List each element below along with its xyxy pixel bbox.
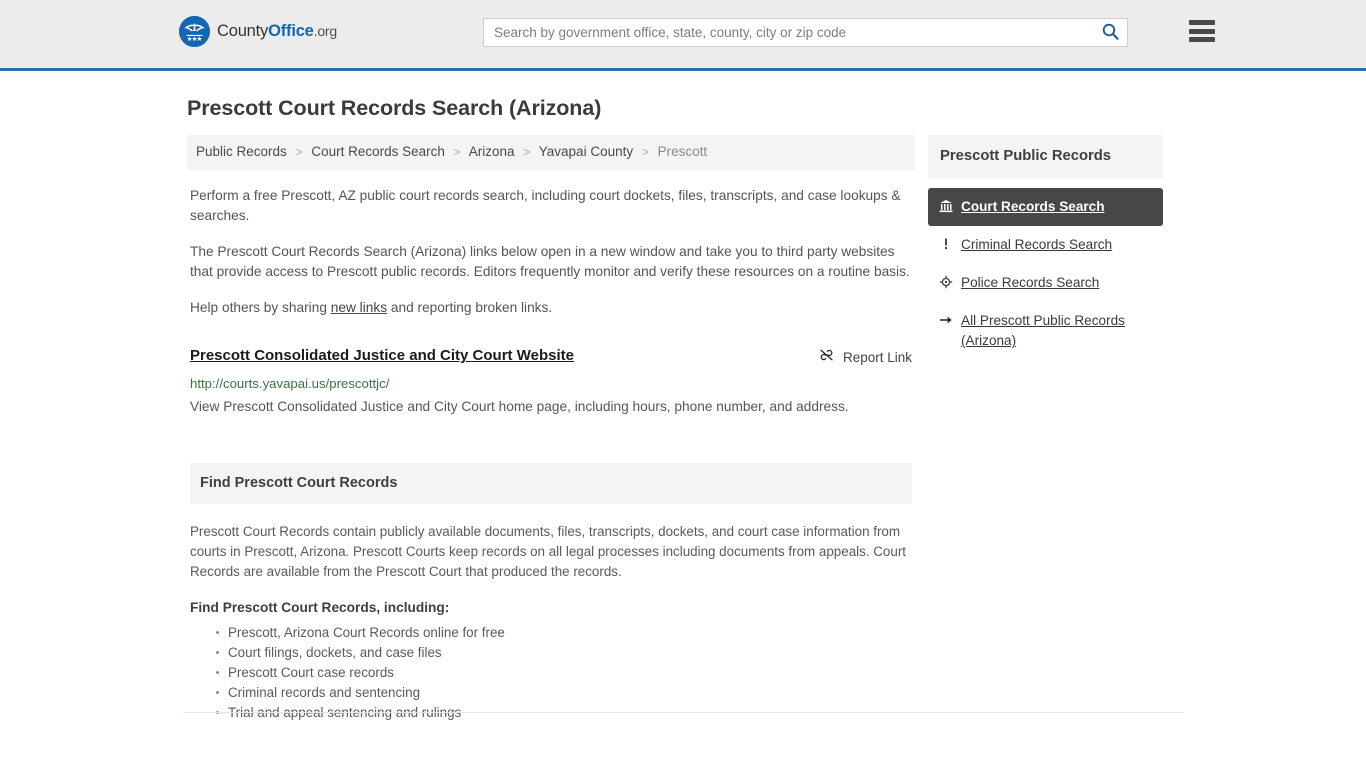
page-title: Prescott Court Records Search (Arizona) [187, 96, 602, 120]
courthouse-icon [938, 197, 953, 217]
breadcrumb-item-public-records[interactable]: Public Records [196, 144, 287, 159]
list-item: Trial and appeal sentencing and rulings [216, 703, 915, 723]
breadcrumb-item-prescott: Prescott [657, 144, 708, 159]
sidebar: Prescott Public Records Court Records Se… [928, 135, 1163, 360]
search-icon [1102, 23, 1119, 43]
hamburger-bar [1189, 37, 1215, 42]
site-logo-link[interactable]: CountyOffice.org [179, 16, 337, 47]
find-section-heading: Find Prescott Court Records [190, 463, 912, 505]
result-description: View Prescott Consolidated Justice and C… [190, 399, 849, 415]
sidebar-item-police-records-search[interactable]: Police Records Search [928, 264, 1163, 302]
result-entry: Prescott Consolidated Justice and City C… [190, 346, 912, 419]
sidebar-item-label: Criminal Records Search [961, 237, 1113, 252]
sidebar-item-court-records-search[interactable]: Court Records Search [928, 188, 1163, 226]
page-container: Prescott Court Records Search (Arizona) … [183, 68, 1183, 723]
sidebar-item-label: All Prescott Public Records (Arizona) [961, 313, 1125, 348]
breadcrumb-separator: > [523, 145, 531, 159]
share-text-pre: Help others by sharing [190, 300, 331, 316]
sidebar-heading: Prescott Public Records [928, 135, 1163, 178]
find-section-bullets: Prescott, Arizona Court Records online f… [190, 623, 915, 723]
sidebar-item-criminal-records-search[interactable]: Criminal Records Search [928, 226, 1163, 264]
breadcrumb-separator: > [453, 145, 461, 159]
brand-part-county: County [217, 22, 269, 40]
arrow-right-icon [938, 311, 953, 331]
find-section-paragraph: Prescott Court Records contain publicly … [190, 524, 906, 580]
intro-paragraph-1: Perform a free Prescott, AZ public court… [190, 188, 901, 224]
breadcrumb-item-yavapai-county[interactable]: Yavapai County [539, 144, 633, 159]
list-item: Criminal records and sentencing [216, 683, 915, 703]
find-section-subheading: Find Prescott Court Records, including: [190, 600, 450, 616]
breadcrumb-separator: > [641, 145, 649, 159]
report-link-button[interactable]: Report Link [818, 347, 912, 368]
search-button[interactable] [1093, 19, 1127, 46]
breadcrumb: Public Records > Court Records Search > … [187, 135, 915, 171]
sidebar-list: Court Records Search Criminal Records Se… [928, 188, 1163, 360]
new-links-link[interactable]: new links [331, 300, 387, 315]
list-item: Prescott, Arizona Court Records online f… [216, 623, 915, 643]
eagle-seal-icon [179, 16, 210, 47]
sidebar-item-label: Police Records Search [961, 275, 1100, 290]
breadcrumb-item-arizona[interactable]: Arizona [469, 144, 515, 159]
hamburger-menu-icon[interactable] [1189, 20, 1215, 42]
intro-paragraph-2: The Prescott Court Records Search (Arizo… [190, 244, 910, 280]
result-url: http://courts.yavapai.us/prescottjc/ [190, 376, 390, 392]
share-text-post: and reporting broken links. [387, 300, 553, 316]
brand-part-tld: .org [313, 23, 338, 39]
breadcrumb-separator: > [295, 145, 303, 159]
exclamation-icon [938, 235, 953, 255]
search-bar[interactable] [483, 18, 1128, 47]
brand-wordmark: CountyOffice.org [217, 22, 337, 41]
result-title-link[interactable]: Prescott Consolidated Justice and City C… [190, 346, 574, 366]
hamburger-bar [1189, 28, 1215, 34]
breadcrumb-item-court-records-search[interactable]: Court Records Search [311, 144, 445, 159]
sidebar-item-label: Court Records Search [961, 199, 1105, 214]
intro-paragraph-3: Help others by sharing new links and rep… [190, 298, 912, 318]
broken-link-icon [818, 347, 835, 368]
site-header: CountyOffice.org [0, 0, 1366, 71]
footer-divider [183, 712, 1183, 714]
police-badge-icon [938, 273, 953, 293]
search-input[interactable] [484, 19, 1093, 46]
list-item: Prescott Court case records [216, 663, 915, 683]
hamburger-bar [1189, 20, 1215, 25]
brand-part-office: Office [268, 22, 314, 40]
report-link-label: Report Link [842, 350, 912, 366]
main-column: Public Records > Court Records Search > … [187, 135, 915, 723]
list-item: Court filings, dockets, and case files [216, 643, 915, 663]
sidebar-item-all-public-records[interactable]: All Prescott Public Records (Arizona) [928, 302, 1163, 360]
